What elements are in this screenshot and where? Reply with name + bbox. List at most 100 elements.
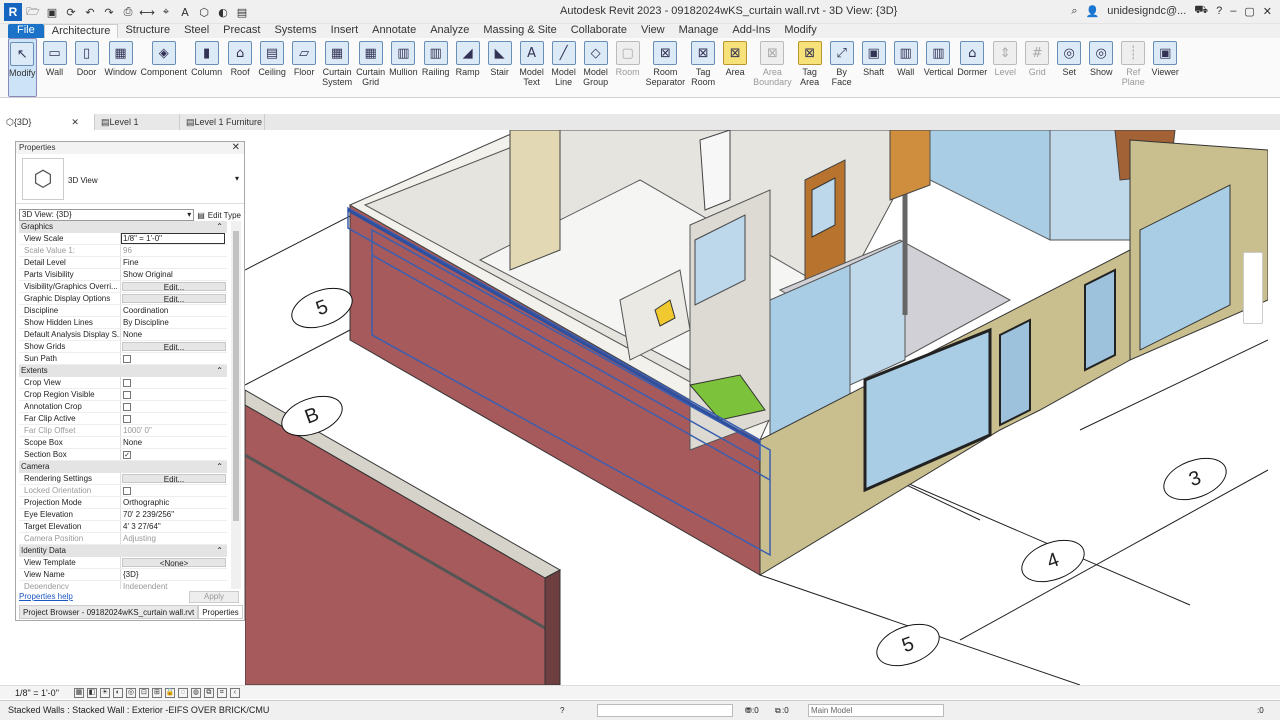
ramp-button[interactable]: ◢ Ramp [454,38,482,97]
property-value[interactable] [120,413,227,424]
worksharing-icon[interactable]: ⧉ [203,687,214,698]
undo-icon[interactable]: ↶ [82,4,98,20]
floor-button[interactable]: ▱ Floor [290,38,318,97]
modify-button[interactable]: ↖ Modify [8,38,37,97]
curtain-system-button[interactable]: ▦ Curtain System [322,38,352,97]
railing-button[interactable]: ▥ Railing [422,38,450,97]
maximize-button[interactable]: ▢ [1244,5,1254,18]
property-value[interactable]: None [120,437,227,448]
tab-massing-site[interactable]: Massing & Site [476,24,563,38]
collapse-icon[interactable]: ⌃ [216,461,223,473]
filter-icon[interactable]: ⛃ [745,706,752,715]
help-icon[interactable]: ? [560,706,564,715]
sun-path-icon[interactable]: ☀ [99,687,110,698]
3d-viewport[interactable] [245,130,1268,685]
tab-annotate[interactable]: Annotate [365,24,423,38]
section-camera[interactable]: Camera ⌃ [19,461,227,473]
instance-filter[interactable]: 3D View: {3D} ▾ [19,209,195,221]
shadows-icon[interactable]: ◐ [112,687,123,698]
section-identity-data[interactable]: Identity Data ⌃ [19,545,227,557]
property-value[interactable]: <None> [120,557,227,568]
3d-view-icon[interactable]: ⬡ [196,4,212,20]
column-button[interactable]: ▮ Column [191,38,222,97]
switch-windows-icon[interactable]: ▤ [234,4,250,20]
vertical-button[interactable]: ▥ Vertical [924,38,953,97]
close-button[interactable]: ✕ [1263,5,1272,18]
edit-button[interactable]: Edit... [122,294,226,304]
analytical-icon[interactable]: ⌗ [216,687,227,698]
show-crop-icon[interactable]: ⊞ [151,687,162,698]
property-value[interactable]: Edit... [120,473,227,484]
model-group-button[interactable]: ◇ Model Group [582,38,610,97]
dormer-button[interactable]: ⌂ Dormer [957,38,987,97]
door-button[interactable]: ▯ Door [73,38,101,97]
binoculars-icon[interactable]: ⌕ [1071,5,1077,18]
stair-button[interactable]: ◣ Stair [486,38,514,97]
measure-icon[interactable]: ⟷ [139,4,155,20]
view-tab[interactable]: ⬡ {3D} ✕ [0,114,95,130]
property-value[interactable]: {3D} [120,569,227,580]
workset-dropdown[interactable] [597,704,733,717]
tab-steel[interactable]: Steel [177,24,216,38]
viewer-button[interactable]: ▣ Viewer [1151,38,1179,97]
chevron-down-icon[interactable]: ▾ [235,174,239,183]
collapse-icon[interactable]: ⌃ [216,545,223,557]
property-value[interactable]: None [120,329,227,340]
component-button[interactable]: ◈ Component [141,38,187,97]
user-icon[interactable]: 👤 [1086,5,1100,18]
tab-view[interactable]: View [634,24,672,38]
open-icon[interactable]: 🗁 [25,4,41,20]
tab-precast[interactable]: Precast [216,24,267,38]
edit-button[interactable]: Edit... [122,474,226,484]
room-button[interactable]: ▢ Room [614,38,642,97]
print-icon[interactable]: ⎙ [120,4,136,20]
model-text-button[interactable]: A Model Text [518,38,546,97]
property-value[interactable]: 70' 2 239/256" [120,509,227,520]
sync-icon[interactable]: ⟳ [63,4,79,20]
area-boundary-button[interactable]: ⊠ Area Boundary [753,38,792,97]
property-value[interactable]: Orthographic [120,497,227,508]
crop-icon[interactable]: ⊡ [138,687,149,698]
property-value[interactable] [120,353,227,364]
tab-systems[interactable]: Systems [267,24,323,38]
main-model-dropdown[interactable]: Main Model [808,704,944,717]
properties-help-link[interactable]: Properties help [19,592,73,601]
checkbox[interactable] [123,415,131,423]
collapse-icon[interactable]: ⌃ [216,221,223,233]
text-icon[interactable]: A [177,4,193,20]
property-value[interactable]: Edit... [120,293,227,304]
checkbox[interactable] [123,391,131,399]
property-value[interactable]: Fine [120,257,227,268]
type-selector[interactable]: ⬡ 3D View ▾ [16,154,244,204]
render-icon[interactable]: ◎ [125,687,136,698]
cart-icon[interactable]: ⛟ [1194,4,1208,18]
navigation-bar[interactable] [1243,252,1263,324]
property-value[interactable]: By Discipline [120,317,227,328]
tab-properties[interactable]: Properties [198,605,243,619]
model-line-button[interactable]: ╱ Model Line [550,38,578,97]
lock-icon[interactable]: 🔒 [164,687,175,698]
checkbox[interactable] [123,403,131,411]
property-value[interactable]: Edit... [120,341,227,352]
edit-button[interactable]: <None> [122,558,226,568]
mullion-button[interactable]: ▥ Mullion [389,38,418,97]
property-value[interactable]: Show Original [120,269,227,280]
checkbox[interactable]: ✓ [123,451,131,459]
ref-plane-button[interactable]: ┊ Ref Plane [1119,38,1147,97]
apply-button[interactable]: Apply [189,591,239,603]
property-value[interactable] [120,377,227,388]
wall-button[interactable]: ▭ Wall [41,38,69,97]
section-icon[interactable]: ◐ [215,4,231,20]
shaft-button[interactable]: ▣ Shaft [860,38,888,97]
tab-modify[interactable]: Modify [777,24,823,38]
tab-project-browser[interactable]: Project Browser - 09182024wKS_curtain wa… [19,605,199,619]
minimize-button[interactable]: – [1230,5,1236,17]
area-button[interactable]: ⊠ Area [721,38,749,97]
view-tab[interactable]: ▤ Level 1 [95,114,180,130]
show-button[interactable]: ◎ Show [1087,38,1115,97]
checkbox[interactable] [123,487,131,495]
tab-architecture[interactable]: Architecture [43,24,119,38]
reveal-hidden-icon[interactable]: ◍ [190,687,201,698]
redo-icon[interactable]: ↷ [101,4,117,20]
property-value[interactable] [120,401,227,412]
